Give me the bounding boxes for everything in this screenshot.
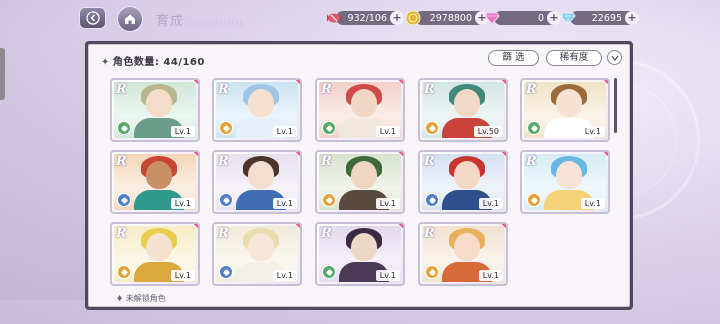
attribute-icon <box>425 193 439 207</box>
rarity-badge: R <box>218 82 229 97</box>
rarity-badge: R <box>218 154 229 169</box>
character-card[interactable]: R Lv.1 <box>212 150 302 214</box>
character-card[interactable]: R Lv.1 <box>212 78 302 142</box>
character-card[interactable]: R Lv.1 <box>315 150 405 214</box>
level-label: Lv.1 <box>272 126 297 137</box>
level-label: Lv.1 <box>170 198 195 209</box>
home-icon <box>125 14 135 24</box>
title-decoration <box>184 20 244 26</box>
rarity-sort-button[interactable]: 稀有度 <box>546 50 602 66</box>
character-card[interactable]: R Lv.1 <box>110 150 200 214</box>
diamond-value: 22695 <box>591 12 622 24</box>
diamond-resource: 22695 + <box>560 11 639 25</box>
character-card[interactable]: R Lv.1 <box>315 78 405 142</box>
rarity-badge: R <box>424 226 435 241</box>
attribute-icon <box>117 121 131 135</box>
character-card[interactable]: R Lv.1 <box>315 222 405 286</box>
attribute-icon <box>117 193 131 207</box>
sort-order-button[interactable] <box>607 50 622 65</box>
level-label: Lv.1 <box>170 126 195 137</box>
level-label: Lv.1 <box>170 270 195 281</box>
back-arrow-icon <box>85 11 100 25</box>
side-drawer-handle[interactable] <box>0 48 5 100</box>
filter-button[interactable]: 篩 选 <box>488 50 539 66</box>
level-label: Lv.1 <box>478 270 503 281</box>
attribute-icon <box>219 121 233 135</box>
level-label: Lv.50 <box>473 126 503 137</box>
level-label: Lv.1 <box>375 126 400 137</box>
chevron-down-icon <box>610 55 619 61</box>
attribute-icon <box>322 121 336 135</box>
level-label: Lv.1 <box>375 270 400 281</box>
attribute-icon <box>527 121 541 135</box>
attribute-icon <box>425 121 439 135</box>
level-label: Lv.1 <box>478 198 503 209</box>
star-icon: ✦ <box>101 57 110 68</box>
pink-gem-value: 0 <box>537 12 544 24</box>
level-label: Lv.1 <box>272 270 297 281</box>
attribute-icon <box>322 265 336 279</box>
level-label: Lv.1 <box>580 198 605 209</box>
stamina-value: 932/106 <box>347 12 387 24</box>
pink-gem-resource: 0 + <box>484 11 561 25</box>
back-button[interactable] <box>79 7 106 29</box>
pink-gem-icon <box>482 8 502 28</box>
character-card[interactable]: R Lv.1 <box>212 222 302 286</box>
gold-value: 2978800 <box>429 12 472 24</box>
attribute-icon <box>425 265 439 279</box>
candy-icon <box>324 8 344 28</box>
attribute-icon <box>219 265 233 279</box>
rarity-badge: R <box>424 154 435 169</box>
character-count: ✦ 角色数量: 44/160 <box>101 53 205 68</box>
attribute-icon <box>527 193 541 207</box>
rarity-badge: R <box>218 226 229 241</box>
rarity-badge: R <box>116 226 127 241</box>
rarity-badge: R <box>116 82 127 97</box>
level-label: Lv.1 <box>580 126 605 137</box>
background-castle <box>0 40 90 300</box>
attribute-icon <box>219 193 233 207</box>
level-label: Lv.1 <box>272 198 297 209</box>
character-count-text: 角色数量: 44/160 <box>112 57 205 68</box>
diamond-icon <box>558 8 578 28</box>
add-diamond-button[interactable]: + <box>625 11 639 25</box>
level-label: Lv.1 <box>375 198 400 209</box>
attribute-icon <box>322 193 336 207</box>
character-card[interactable]: R Lv.1 <box>418 222 508 286</box>
attribute-icon <box>117 265 131 279</box>
character-card[interactable]: R Lv.1 <box>110 78 200 142</box>
rarity-badge: R <box>526 82 537 97</box>
rarity-badge: R <box>424 82 435 97</box>
rarity-badge: R <box>321 82 332 97</box>
rarity-badge: R <box>526 154 537 169</box>
character-card[interactable]: R Lv.1 <box>418 150 508 214</box>
rarity-badge: R <box>321 226 332 241</box>
rarity-badge: R <box>321 154 332 169</box>
locked-characters-hint: ♦ 未解锁角色 <box>116 294 166 303</box>
stamina-resource: 932/106 + <box>327 11 404 25</box>
add-stamina-button[interactable]: + <box>390 11 404 25</box>
home-button[interactable] <box>117 6 143 32</box>
character-card[interactable]: R Lv.1 <box>110 222 200 286</box>
gold-resource: 2978800 + <box>405 10 489 26</box>
character-card[interactable]: R Lv.1 <box>520 78 610 142</box>
rarity-badge: R <box>116 154 127 169</box>
scrollbar[interactable] <box>614 78 617 133</box>
coin-icon <box>403 8 423 28</box>
character-card[interactable]: R Lv.50 <box>418 78 508 142</box>
character-card[interactable]: R Lv.1 <box>520 150 610 214</box>
page-title: 育成 <box>156 14 185 29</box>
